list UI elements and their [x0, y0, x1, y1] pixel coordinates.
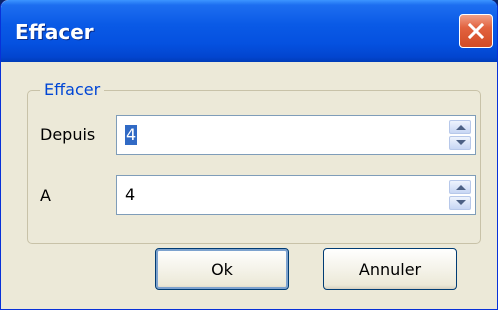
arrow-down-icon: [456, 200, 466, 205]
arrow-up-icon: [456, 125, 466, 130]
close-icon: [467, 22, 485, 40]
a-value[interactable]: 4: [125, 185, 135, 205]
cancel-button[interactable]: Annuler: [323, 248, 457, 290]
a-increment-button[interactable]: [449, 180, 471, 194]
a-decrement-button[interactable]: [449, 196, 471, 210]
effacer-groupbox: Effacer Depuis 4 A 4: [27, 80, 481, 244]
a-spin-buttons: [449, 180, 471, 210]
depuis-spinbox[interactable]: 4: [116, 115, 476, 155]
ok-button[interactable]: Ok: [155, 248, 289, 290]
dialog-body: Effacer Depuis 4 A 4 Ok Annuler: [5, 62, 493, 309]
groupbox-legend: Effacer: [40, 80, 105, 99]
arrow-up-icon: [456, 185, 466, 190]
arrow-down-icon: [456, 140, 466, 145]
close-button[interactable]: [459, 14, 493, 48]
title-bar[interactable]: Effacer: [1, 0, 497, 62]
depuis-label: Depuis: [40, 125, 96, 144]
dialog-window: Effacer Effacer Depuis 4 A 4 Ok Annuler: [0, 0, 498, 310]
depuis-increment-button[interactable]: [449, 120, 471, 134]
depuis-spin-buttons: [449, 120, 471, 150]
window-title: Effacer: [15, 20, 94, 44]
depuis-value[interactable]: 4: [125, 125, 138, 145]
a-label: A: [40, 186, 51, 205]
depuis-decrement-button[interactable]: [449, 136, 471, 150]
a-spinbox[interactable]: 4: [116, 175, 476, 215]
